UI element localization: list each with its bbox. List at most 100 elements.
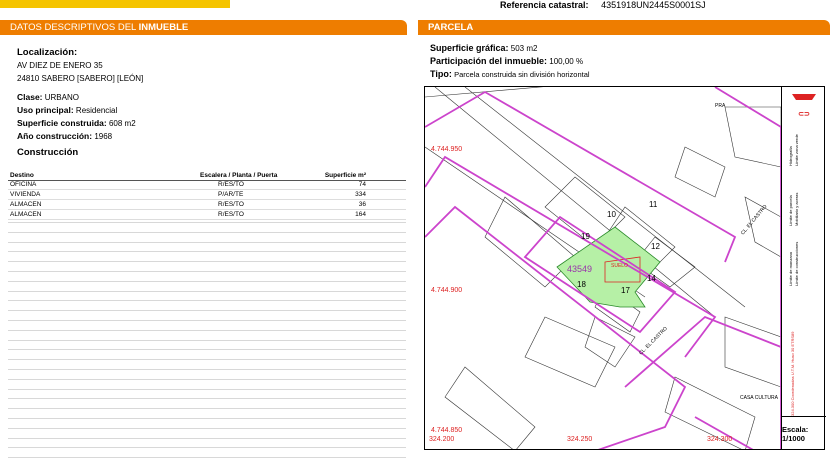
- table-header-row: Destino Escalera / Planta / Puerta Super…: [8, 172, 406, 181]
- construccion-title: Construcción: [17, 147, 79, 158]
- localizacion-label: Localización:: [17, 47, 78, 58]
- parcela-details: Superficie gráfica: 503 m2 Participación…: [430, 42, 590, 81]
- coord-label: 324.300: [707, 436, 732, 443]
- parcel-number: 12: [651, 242, 660, 251]
- street-label: CL. EL CASTRO: [740, 204, 769, 237]
- legend-item: Límite zona verde: [794, 133, 799, 166]
- coord-label: 4.744.850: [431, 427, 462, 434]
- header-inmueble-normal: DATOS DESCRIPTIVOS DEL: [10, 22, 139, 33]
- parcel-ref-label: 43549: [567, 264, 592, 274]
- scale-box: Escala: 1/1000: [782, 425, 808, 443]
- cell-escalera: R/ES/TO: [198, 180, 308, 191]
- parcel-number: 11: [649, 200, 658, 209]
- legend-item: Mobiliario y aceras: [794, 193, 799, 226]
- table-empty-line: [8, 329, 406, 331]
- cell-escalera: R/ES/TO: [198, 199, 308, 210]
- table-empty-line: [8, 222, 406, 223]
- address-line1: AV DIEZ DE ENERO 35: [17, 61, 103, 70]
- coord-label: 4.744.950: [431, 146, 462, 153]
- superficie-value: 608 m2: [108, 119, 136, 128]
- cell-escalera: P/AR/TE: [198, 189, 308, 201]
- catastro-logo-icon: ⊂⊃: [792, 94, 816, 118]
- casa-cultura-label: CASA CULTURA: [740, 395, 779, 401]
- header-inmueble-bold: INMUEBLE: [138, 22, 189, 33]
- table-row: ALMACEN R/ES/TO 164: [8, 209, 406, 220]
- cell-destino: ALMACEN: [8, 199, 198, 210]
- table-empty-line: [8, 408, 406, 410]
- coord-label: 324.250: [567, 436, 592, 443]
- cell-superficie: 334: [308, 189, 406, 201]
- table-empty-line: [8, 251, 406, 253]
- parcel-number: 17: [621, 286, 630, 295]
- table-empty-line: [8, 457, 406, 459]
- cell-escalera: R/ES/TO: [198, 209, 308, 220]
- uso-label: Uso principal:: [17, 105, 74, 115]
- tipo-value: Parcela construida sin división horizont…: [454, 70, 590, 79]
- parcel-number: 14: [647, 274, 656, 283]
- table-empty-line: [8, 231, 406, 233]
- table-empty-line: [8, 398, 406, 400]
- table-empty-line: [8, 339, 406, 341]
- participacion-label: Participación del inmueble:: [430, 56, 548, 66]
- suelo-label: SUELO: [611, 263, 628, 269]
- address-line2: 24810 SABERO [SABERO] [LEÓN]: [17, 74, 144, 83]
- top-color-bar: [0, 0, 230, 8]
- table-empty-line: [8, 241, 406, 243]
- ref-label: Referencia catastral:: [500, 0, 589, 10]
- superficie-label: Superficie construida:: [17, 118, 107, 128]
- legend-item: Hidrografía: [788, 145, 793, 166]
- table-empty-line: [8, 437, 406, 439]
- legend-item: Límite de manzana: [788, 251, 793, 286]
- sup-grafica-value: 503 m2: [510, 44, 538, 53]
- cadastral-map: 10 11 12 14 17 18 19 43549 SUELO PRA CAS…: [424, 86, 825, 450]
- ref-value: 4351918UN2445S0001SJ: [601, 0, 706, 10]
- table-empty-line: [8, 271, 406, 272]
- inmueble-details: Localización: AV DIEZ DE ENERO 35 24810 …: [17, 46, 397, 158]
- header-parcela: PARCELA: [428, 22, 474, 33]
- table-empty-line: [8, 359, 406, 361]
- legend-svg: ⊂⊃ Hidrografía Límite zona verde Límite …: [788, 94, 816, 416]
- table-row: ALMACEN R/ES/TO 36: [8, 199, 406, 210]
- coord-label: 324.200: [429, 436, 454, 443]
- table-empty-line: [8, 261, 406, 263]
- projection-label: 324.300 Coordenadas U.T.M. Huso 30 ETRS8…: [790, 331, 795, 416]
- parcel-number: 18: [577, 280, 586, 289]
- legend-item: Límite de parcela: [788, 195, 793, 226]
- construccion-table: Destino Escalera / Planta / Puerta Super…: [8, 172, 406, 220]
- clase-value: URBANO: [44, 93, 79, 102]
- svg-text:⊂⊃: ⊂⊃: [798, 111, 810, 118]
- cell-destino: ALMACEN: [8, 209, 198, 220]
- tipo-label: Tipo:: [430, 69, 452, 79]
- table-empty-line: [8, 320, 406, 321]
- coord-label: 4.744.900: [431, 287, 462, 294]
- table-empty-line: [8, 280, 406, 282]
- uso-value: Residencial: [75, 106, 118, 115]
- table-row: OFICINA R/ES/TO 74: [8, 180, 406, 191]
- clase-label: Clase:: [17, 92, 43, 102]
- anio-value: 1968: [94, 132, 113, 141]
- sup-grafica-label: Superficie gráfica:: [430, 43, 509, 53]
- table-empty-line: [8, 427, 406, 429]
- col-escalera: Escalera / Planta / Puerta: [198, 172, 308, 181]
- section-header-inmueble: DATOS DESCRIPTIVOS DEL INMUEBLE: [0, 20, 407, 35]
- table-row: VIVIENDA P/AR/TE 334: [8, 189, 406, 201]
- reference-catastral: Referencia catastral: 4351918UN2445S0001…: [500, 0, 706, 10]
- table-empty-line: [8, 418, 406, 419]
- table-empty-line: [8, 290, 406, 292]
- cell-superficie: 164: [308, 209, 406, 220]
- cell-superficie: 74: [308, 180, 406, 191]
- cell-superficie: 36: [308, 199, 406, 210]
- col-superficie: Superficie m²: [308, 172, 406, 181]
- legend-item: Límite de construcciones: [794, 242, 799, 286]
- table-empty-line: [8, 447, 406, 449]
- table-empty-line: [8, 310, 406, 312]
- table-empty-line: [8, 378, 406, 380]
- table-empty-line: [8, 388, 406, 390]
- cell-destino: VIVIENDA: [8, 189, 198, 201]
- parcel-number: 10: [607, 210, 616, 219]
- scale-value: 1/1000: [782, 434, 805, 443]
- table-empty-line: [8, 349, 406, 351]
- cell-destino: OFICINA: [8, 180, 198, 191]
- map-legend: ⊂⊃ Hidrografía Límite zona verde Límite …: [781, 86, 826, 450]
- pra-label: PRA: [715, 103, 726, 109]
